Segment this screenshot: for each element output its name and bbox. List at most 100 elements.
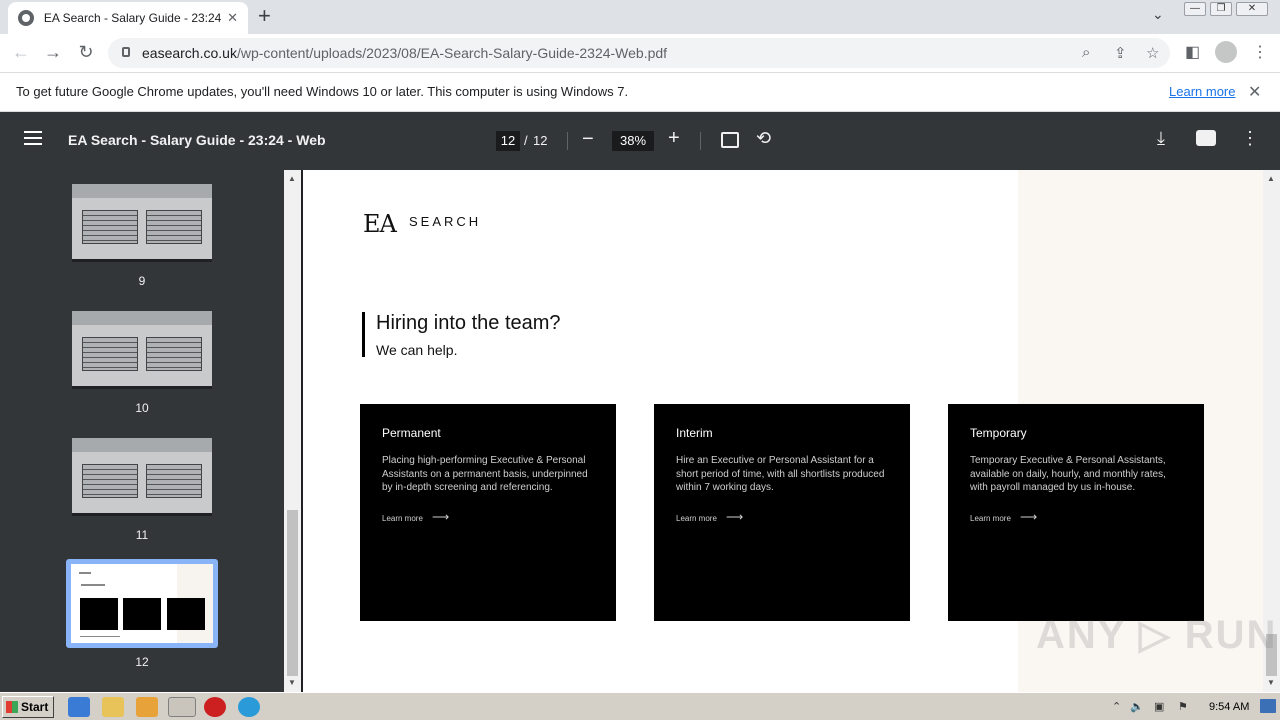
card-body: Temporary Executive & Personal Assistant… [970, 455, 1166, 493]
thumb-heading [81, 584, 105, 586]
url-text[interactable]: easearch.co.uk/wp-content/uploads/2023/0… [142, 45, 667, 61]
page-heading: Hiring into the team? [376, 312, 561, 334]
opera-icon[interactable] [204, 697, 226, 717]
windows-flag-icon [6, 701, 18, 713]
edge-icon[interactable] [238, 697, 260, 717]
download-icon[interactable]: ⤓ [1157, 128, 1165, 149]
thumb-table [82, 210, 138, 244]
card-title: Interim [676, 426, 713, 440]
volume-icon[interactable]: 🔈 [1130, 700, 1144, 713]
share-icon[interactable]: ⇪ [1114, 44, 1127, 62]
print-icon[interactable] [1196, 130, 1216, 146]
reload-icon[interactable]: ↻ [75, 42, 97, 62]
page-total: 12 [533, 133, 548, 148]
thumb-header [72, 438, 212, 452]
show-desktop-icon[interactable] [1260, 699, 1276, 713]
card-temporary: Temporary Temporary Executive & Personal… [948, 404, 1204, 621]
tab-close-icon[interactable]: ✕ [227, 10, 238, 26]
page-thumbnail-10[interactable] [72, 311, 212, 389]
back-arrow-icon[interactable]: ← [10, 42, 32, 62]
rotate-icon[interactable]: ⟲ [756, 128, 771, 149]
thumbnail-sidebar: 9 10 11 12 [0, 170, 284, 692]
page-subheading: We can help. [376, 342, 458, 358]
card-permanent: Permanent Placing high-performing Execut… [360, 404, 616, 621]
scroll-up-arrow-icon[interactable]: ▲ [288, 174, 296, 183]
update-infobar: To get future Google Chrome updates, you… [0, 72, 1280, 112]
clock[interactable]: 9:54 AM [1209, 701, 1249, 713]
sidebar-scrollbar[interactable]: ▲ ▼ [284, 170, 301, 692]
card-interim: Interim Hire an Executive or Personal As… [654, 404, 910, 621]
globe-icon [18, 10, 34, 26]
thumb-table [146, 210, 202, 244]
forward-arrow-icon[interactable]: → [42, 42, 64, 62]
side-panel-icon[interactable]: ◧ [1185, 42, 1200, 62]
chrome-icon[interactable] [168, 697, 196, 717]
page-number-input[interactable]: 12 [496, 131, 520, 151]
kebab-menu-icon[interactable]: ⋮ [1252, 42, 1268, 62]
zoom-out-button[interactable]: − [582, 128, 594, 151]
fit-page-icon[interactable] [721, 132, 739, 148]
scrollbar-thumb[interactable] [287, 510, 298, 676]
infobar-message: To get future Google Chrome updates, you… [16, 84, 629, 99]
restore-button[interactable]: ❐ [1210, 2, 1232, 16]
thumb-table [82, 464, 138, 498]
page-thumbnail-12-selected[interactable] [66, 559, 218, 648]
url-domain: easearch.co.uk [142, 45, 237, 61]
media-player-icon[interactable] [136, 697, 158, 717]
browser-tab[interactable]: EA Search - Salary Guide - 23:24 - W ✕ [8, 2, 248, 34]
card-learn-more-link[interactable]: Learn more [382, 514, 423, 523]
zoom-in-button[interactable]: + [668, 127, 680, 150]
page-thumbnail-9[interactable] [72, 184, 212, 262]
more-actions-icon[interactable]: ⋮ [1241, 128, 1259, 149]
toolbar-divider [567, 132, 568, 150]
ie-icon[interactable] [68, 697, 90, 717]
zoom-icon[interactable]: ⌕ [1082, 44, 1090, 61]
windows-taskbar: Start ⌃ 🔈 ▣ ⚑ 9:54 AM [0, 692, 1280, 720]
star-icon[interactable]: ☆ [1146, 44, 1159, 62]
start-label: Start [21, 700, 49, 714]
close-icon[interactable]: ✕ [1248, 82, 1261, 102]
learn-more-link[interactable]: Learn more [1169, 84, 1235, 99]
thumb-card [123, 598, 161, 630]
card-title: Permanent [382, 426, 441, 440]
scroll-down-arrow-icon[interactable]: ▼ [288, 678, 296, 687]
window-close-button[interactable]: ✕ [1236, 2, 1268, 16]
ea-logo-text: SEARCH [409, 214, 482, 229]
ea-logo-mark: EA [363, 210, 397, 238]
page-number-label: 11 [135, 528, 149, 542]
network-icon[interactable]: ▣ [1154, 700, 1164, 713]
chevron-down-icon[interactable]: ⌄ [1152, 6, 1164, 23]
thumb-card [167, 598, 205, 630]
avatar[interactable] [1215, 41, 1237, 63]
card-body: Placing high-performing Executive & Pers… [382, 455, 588, 493]
action-center-flag-icon[interactable]: ⚑ [1178, 700, 1188, 713]
arrow-right-icon: ⟶ [432, 510, 450, 524]
page-number-label: 12 [135, 655, 149, 669]
tab-strip: EA Search - Salary Guide - 23:24 - W ✕ +… [0, 0, 1280, 34]
hamburger-menu-icon[interactable] [24, 131, 42, 145]
start-button[interactable]: Start [2, 696, 54, 718]
scroll-down-arrow-icon[interactable]: ▼ [1267, 678, 1275, 687]
address-bar[interactable]: easearch.co.uk/wp-content/uploads/2023/0… [108, 38, 1170, 68]
page-thumbnail-11[interactable] [72, 438, 212, 516]
zoom-input[interactable]: 38% [612, 131, 654, 151]
thumb-table [146, 464, 202, 498]
thumb-card [80, 598, 118, 630]
tray-expand-icon[interactable]: ⌃ [1112, 700, 1121, 713]
thumb-header [72, 184, 212, 198]
new-tab-button[interactable]: + [258, 5, 271, 27]
folder-icon[interactable] [102, 697, 124, 717]
thumb-footer [80, 636, 120, 637]
card-learn-more-link[interactable]: Learn more [676, 514, 717, 523]
pdf-toolbar: EA Search - Salary Guide - 23:24 - Web 1… [0, 112, 1280, 170]
thumb-table [82, 337, 138, 371]
card-body: Hire an Executive or Personal Assistant … [676, 455, 885, 493]
page-number-label: 10 [135, 401, 149, 415]
lock-icon [122, 47, 130, 57]
minimize-button[interactable]: — [1184, 2, 1206, 16]
toolbar-divider [700, 132, 701, 150]
tab-title: EA Search - Salary Guide - 23:24 - W [43, 11, 222, 25]
card-learn-more-link[interactable]: Learn more [970, 514, 1011, 523]
pdf-title: EA Search - Salary Guide - 23:24 - Web [68, 132, 326, 148]
scroll-up-arrow-icon[interactable]: ▲ [1267, 174, 1275, 183]
